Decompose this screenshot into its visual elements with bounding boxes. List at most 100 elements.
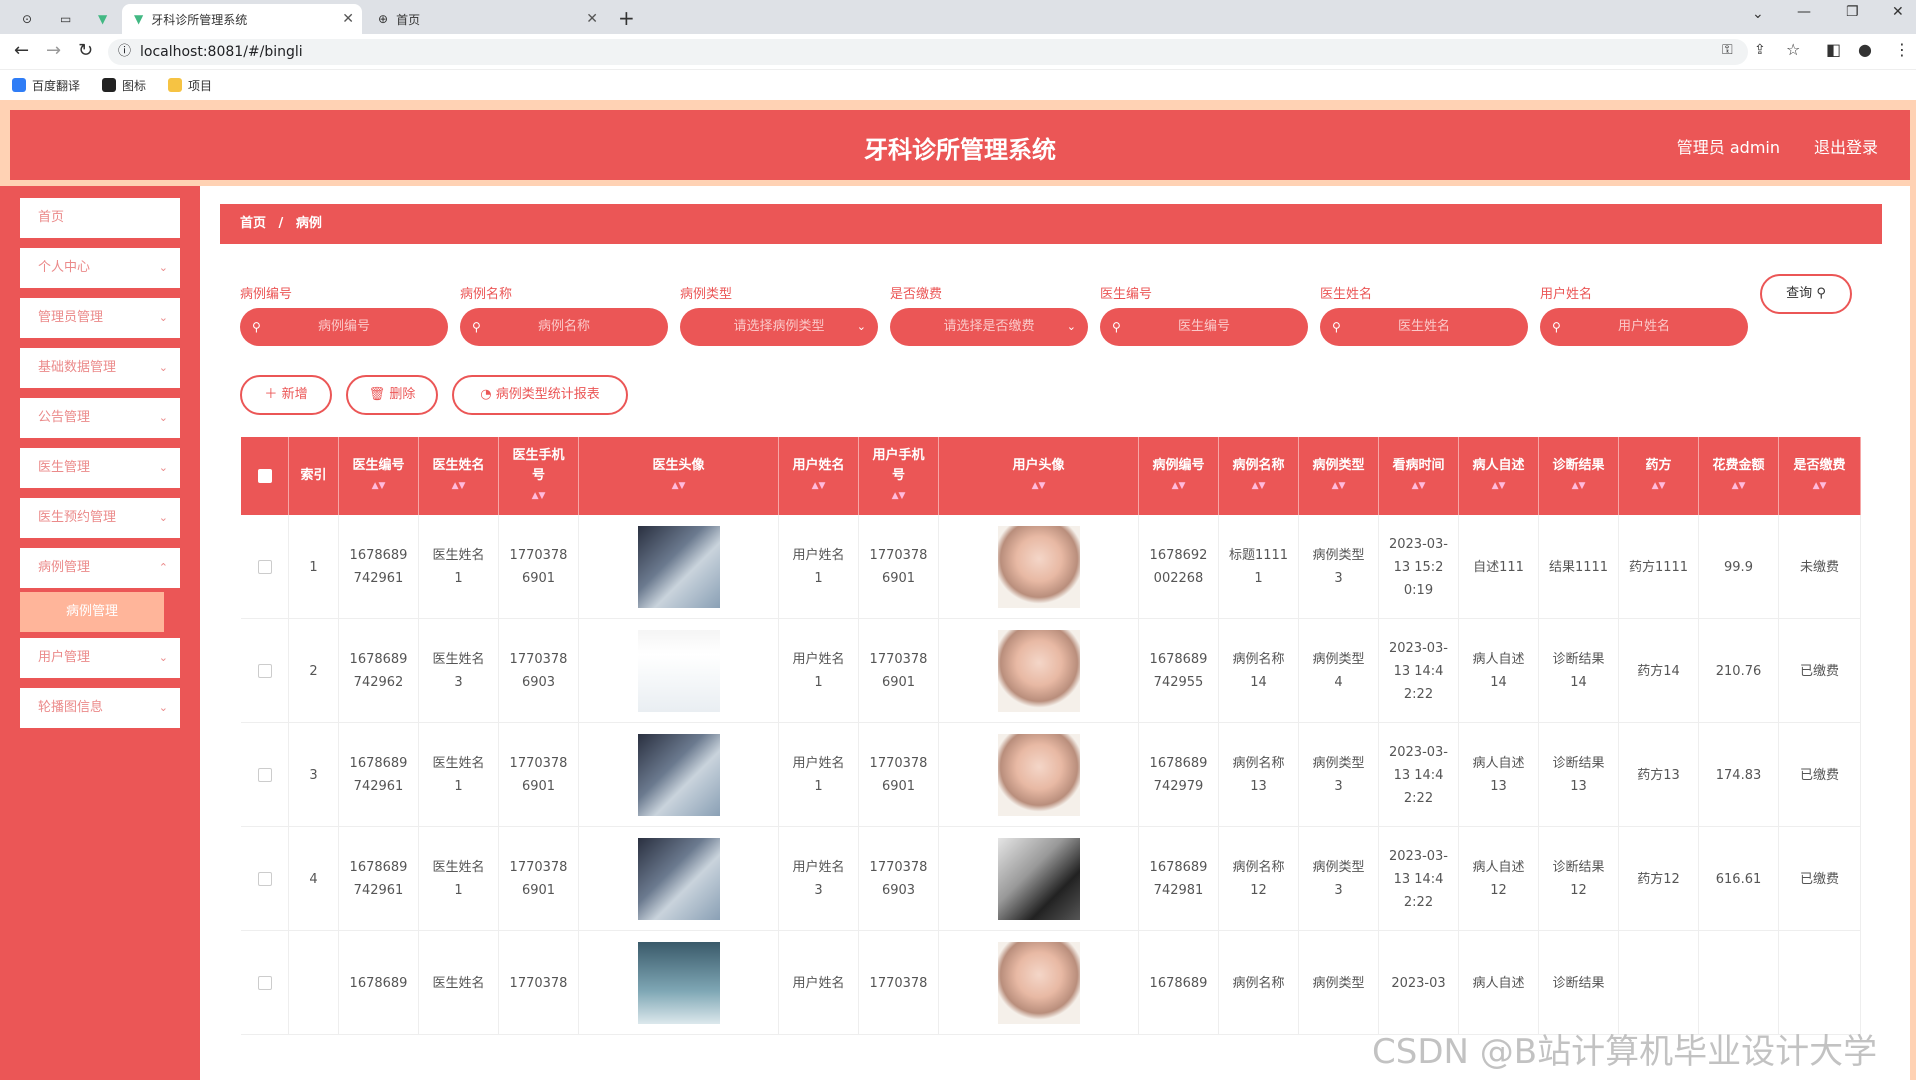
table-cell: 医生姓名3 (419, 619, 499, 723)
column-header[interactable]: 病人自述 ▲▼ (1459, 437, 1539, 515)
star-icon[interactable]: ☆ (1786, 40, 1800, 59)
bookmark-item[interactable]: 图标 (102, 77, 146, 94)
key-icon[interactable]: ⚿ (1722, 42, 1733, 58)
row-checkbox[interactable] (257, 664, 272, 678)
table-cell: 用户姓名 (779, 931, 859, 1035)
column-header[interactable]: 用户头像 ▲▼ (939, 437, 1139, 515)
chevron-down-icon: ⌄ (158, 701, 168, 714)
cell-case-no: 1678692002268 (1149, 548, 1208, 586)
sidebar-item-case[interactable]: 病例管理 ⌃ (20, 548, 180, 588)
minimize-button[interactable]: — (1797, 4, 1811, 20)
restore-button[interactable]: ❐ (1846, 4, 1859, 20)
user-avatar[interactable] (997, 942, 1080, 1024)
case-no-input[interactable]: ⚲ 病例编号 (240, 308, 448, 346)
user-avatar[interactable] (997, 838, 1080, 920)
sidebar-item-home[interactable]: 首页 (20, 198, 180, 238)
case-type-select[interactable]: 请选择病例类型 ⌄ (680, 308, 878, 346)
doctor-photo[interactable] (637, 942, 720, 1024)
user-avatar[interactable] (997, 630, 1080, 712)
sidebar-item-appointment[interactable]: 医生预约管理 ⌄ (20, 498, 180, 538)
column-header[interactable]: 是否缴费 ▲▼ (1779, 437, 1861, 515)
column-header[interactable]: 诊断结果 ▲▼ (1539, 437, 1619, 515)
sidebar-item-notice[interactable]: 公告管理 ⌄ (20, 398, 180, 438)
column-header[interactable]: 医生姓名 ▲▼ (419, 437, 499, 515)
column-header[interactable]: 病例类型 ▲▼ (1299, 437, 1379, 515)
new-tab-button[interactable]: + (618, 6, 635, 30)
user-avatar[interactable] (997, 734, 1080, 816)
column-header[interactable]: 用户姓名 ▲▼ (779, 437, 859, 515)
query-button[interactable]: 查询 ⚲ (1760, 274, 1852, 314)
column-header[interactable]: 医生编号 ▲▼ (339, 437, 419, 515)
column-header[interactable]: 医生手机号 ▲▼ (499, 437, 579, 515)
doctor-name-input[interactable]: ⚲ 医生姓名 (1320, 308, 1528, 346)
cell-complaint: 病人自述 (1472, 975, 1525, 991)
tab-home[interactable]: ⊕ 首页 ✕ (366, 4, 606, 34)
close-icon[interactable]: ✕ (586, 11, 598, 27)
row-checkbox[interactable] (257, 872, 272, 886)
sidebar-item-profile[interactable]: 个人中心 ⌄ (20, 248, 180, 288)
forward-icon[interactable]: → (46, 40, 61, 61)
sidebar-item-carousel[interactable]: 轮播图信息 ⌄ (20, 688, 180, 728)
sidebar-item-admin[interactable]: 管理员管理 ⌄ (20, 298, 180, 338)
paid-select[interactable]: 请选择是否缴费 ⌄ (890, 308, 1088, 346)
sidebar-item-doctor[interactable]: 医生管理 ⌄ (20, 448, 180, 488)
column-header[interactable]: 病例编号 ▲▼ (1139, 437, 1219, 515)
column-header[interactable]: 花费金额 ▲▼ (1699, 437, 1779, 515)
reload-icon[interactable]: ↻ (78, 40, 93, 61)
column-header[interactable]: 医生头像 ▲▼ (579, 437, 779, 515)
sidebar-item-user[interactable]: 用户管理 ⌄ (20, 638, 180, 678)
table-cell: 1770378 (499, 931, 579, 1035)
table-cell: 病例类型3 (1299, 723, 1379, 827)
delete-button[interactable]: 🗑 删除 (346, 375, 438, 415)
github-icon[interactable]: ⊙ (10, 4, 40, 34)
breadcrumb-home[interactable]: 首页 (240, 216, 266, 231)
row-checkbox[interactable] (257, 976, 272, 990)
row-checkbox[interactable] (257, 768, 272, 782)
column-header[interactable]: 病例名称 ▲▼ (1219, 437, 1299, 515)
search-icon: ⚲ (1332, 320, 1341, 334)
user-avatar[interactable] (997, 526, 1080, 608)
profile-icon[interactable]: ● (1858, 40, 1872, 59)
doctor-photo[interactable] (637, 630, 720, 712)
cell-user-name: 用户姓名 (792, 975, 845, 991)
url-input[interactable]: ⓘ localhost:8081/#/bingli (108, 39, 1748, 65)
column-header[interactable]: 看病时间 ▲▼ (1379, 437, 1459, 515)
share-icon[interactable]: ⇪ (1754, 42, 1766, 58)
row-checkbox[interactable] (257, 560, 272, 574)
tab-search-icon[interactable]: ⌄ (1752, 6, 1764, 22)
back-icon[interactable]: ← (14, 40, 29, 61)
column-header[interactable]: 药方 ▲▼ (1619, 437, 1699, 515)
cell-checkbox (241, 515, 289, 619)
report-button[interactable]: ◔ 病例类型统计报表 (452, 375, 628, 415)
select-all-checkbox[interactable] (241, 437, 289, 515)
tab-active[interactable]: ▼ 牙科诊所管理系统 ✕ (122, 4, 362, 34)
bookmark-item[interactable]: 百度翻译 (12, 77, 80, 94)
column-header[interactable]: 用户手机号 ▲▼ (859, 437, 939, 515)
blank-tab-icon[interactable]: ▭ (48, 4, 78, 34)
doctor-photo[interactable] (637, 838, 720, 920)
user-name-input[interactable]: ⚲ 用户姓名 (1540, 308, 1748, 346)
cell-doc-phone: 17703786903 (509, 652, 568, 690)
table-cell: 诊断结果 (1539, 931, 1619, 1035)
close-window-button[interactable]: ✕ (1892, 4, 1904, 20)
case-name-input[interactable]: ⚲ 病例名称 (460, 308, 668, 346)
cell-rx: 药方1111 (1628, 559, 1689, 575)
cell-doctor-photo (579, 619, 779, 723)
logout-button[interactable]: 退出登录 (1814, 134, 1878, 158)
doctor-photo[interactable] (637, 734, 720, 816)
table-cell (1779, 931, 1861, 1035)
cell-user-phone: 17703786901 (869, 548, 928, 586)
cell-complaint: 病人自述12 (1472, 860, 1525, 898)
url-text: localhost:8081/#/bingli (140, 44, 303, 60)
sidebar-item-basedata[interactable]: 基础数据管理 ⌄ (20, 348, 180, 388)
close-icon[interactable]: ✕ (342, 11, 354, 27)
vue-icon[interactable]: ▼ (86, 4, 116, 34)
sidepanel-icon[interactable]: ◧ (1826, 40, 1841, 59)
bookmark-item[interactable]: 项目 (168, 77, 212, 94)
sidebar-subitem-case[interactable]: 病例管理 (20, 592, 164, 632)
menu-icon[interactable]: ⋮ (1894, 40, 1910, 59)
cell-case-type: 病例类型3 (1312, 548, 1365, 586)
doctor-photo[interactable] (637, 526, 720, 608)
doctor-no-input[interactable]: ⚲ 医生编号 (1100, 308, 1308, 346)
add-button[interactable]: ＋ 新增 (240, 375, 332, 415)
